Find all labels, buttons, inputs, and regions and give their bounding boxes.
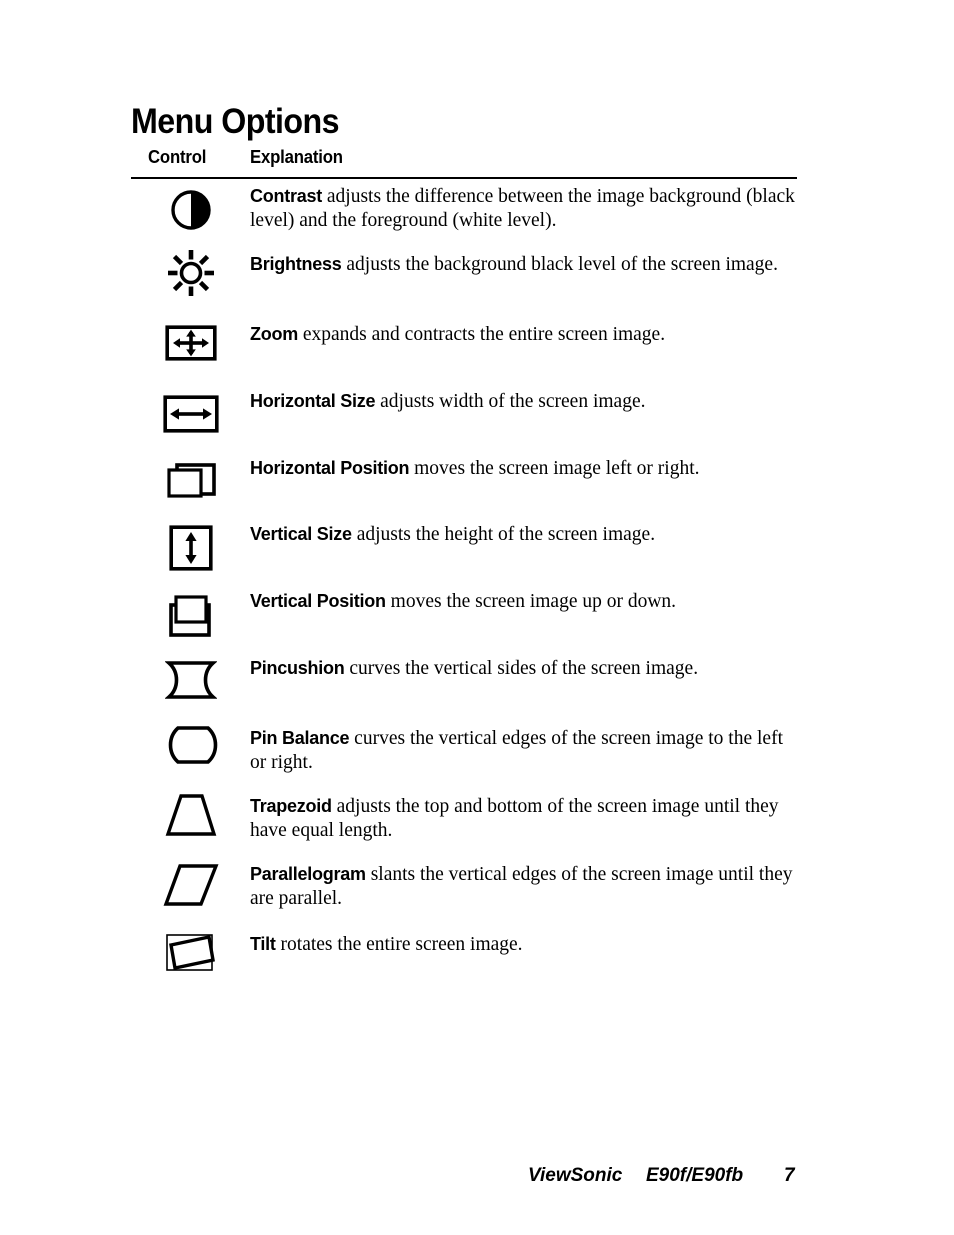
control-term: Horizontal Size: [250, 391, 376, 411]
zoom-icon: [131, 325, 251, 361]
control-explanation-text: rotates the entire screen image.: [275, 934, 523, 955]
footer-page-number: 7: [784, 1165, 795, 1186]
control-description: Tilt rotates the entire screen image.: [250, 933, 796, 957]
control-explanation-text: adjusts the difference between the image…: [250, 186, 795, 231]
footer-model: E90f/E90fb: [646, 1165, 744, 1186]
control-explanation-text: adjusts the height of the screen image.: [351, 524, 656, 545]
horizontal-size-icon: [131, 395, 251, 433]
document-page: Menu Options Control Explanation Contras…: [0, 0, 954, 1235]
control-explanation-text: adjusts the background black level of th…: [341, 254, 778, 275]
control-explanation-text: adjusts width of the screen image.: [375, 391, 646, 412]
control-term: Horizontal Position: [250, 458, 410, 478]
control-description: Vertical Position moves the screen image…: [250, 590, 796, 614]
control-description: Pin Balance curves the vertical edges of…: [250, 727, 796, 774]
control-description: Parallelogram slants the vertical edges …: [250, 863, 796, 910]
footer-brand: ViewSonic: [528, 1165, 623, 1186]
control-description: Zoom expands and contracts the entire sc…: [250, 323, 796, 347]
control-term: Vertical Size: [250, 524, 352, 544]
vertical-position-icon: [131, 593, 251, 639]
contrast-icon: [131, 187, 251, 233]
column-header-control: Control: [148, 147, 207, 167]
column-header-explanation: Explanation: [250, 147, 343, 167]
control-description: Horizontal Size adjusts width of the scr…: [250, 390, 796, 414]
horizontal-position-icon: [131, 460, 251, 502]
control-description: Pincushion curves the vertical sides of …: [250, 657, 796, 681]
control-term: Tilt: [250, 934, 276, 954]
control-term: Zoom: [250, 324, 298, 344]
vertical-size-icon: [131, 525, 251, 571]
control-term: Pin Balance: [250, 728, 350, 748]
control-description: Brightness adjusts the background black …: [250, 253, 796, 277]
tilt-icon: [131, 932, 251, 974]
header-divider-rule: [131, 177, 797, 179]
control-explanation-text: curves the vertical sides of the screen …: [344, 658, 699, 679]
control-term: Contrast: [250, 186, 323, 206]
pin-balance-icon: [131, 725, 251, 765]
control-explanation-text: expands and contracts the entire screen …: [298, 324, 666, 345]
page-footer: ViewSonic E90f/E90fb 7: [0, 1165, 954, 1195]
parallelogram-icon: [131, 863, 251, 907]
control-term: Vertical Position: [250, 591, 386, 611]
trapezoid-icon: [131, 793, 251, 837]
control-term: Trapezoid: [250, 796, 332, 816]
pincushion-icon: [131, 660, 251, 700]
control-explanation-text: moves the screen image up or down.: [385, 591, 677, 612]
control-description: Contrast adjusts the difference between …: [250, 185, 796, 232]
page-title: Menu Options: [131, 102, 340, 142]
control-term: Brightness: [250, 254, 342, 274]
brightness-icon: [131, 247, 251, 299]
table-header-row: Control Explanation: [131, 147, 797, 171]
control-term: Pincushion: [250, 658, 345, 678]
control-description: Vertical Size adjusts the height of the …: [250, 523, 796, 547]
control-explanation-text: moves the screen image left or right.: [409, 458, 700, 479]
control-description: Trapezoid adjusts the top and bottom of …: [250, 795, 796, 842]
control-term: Parallelogram: [250, 864, 366, 884]
control-description: Horizontal Position moves the screen ima…: [250, 457, 796, 481]
